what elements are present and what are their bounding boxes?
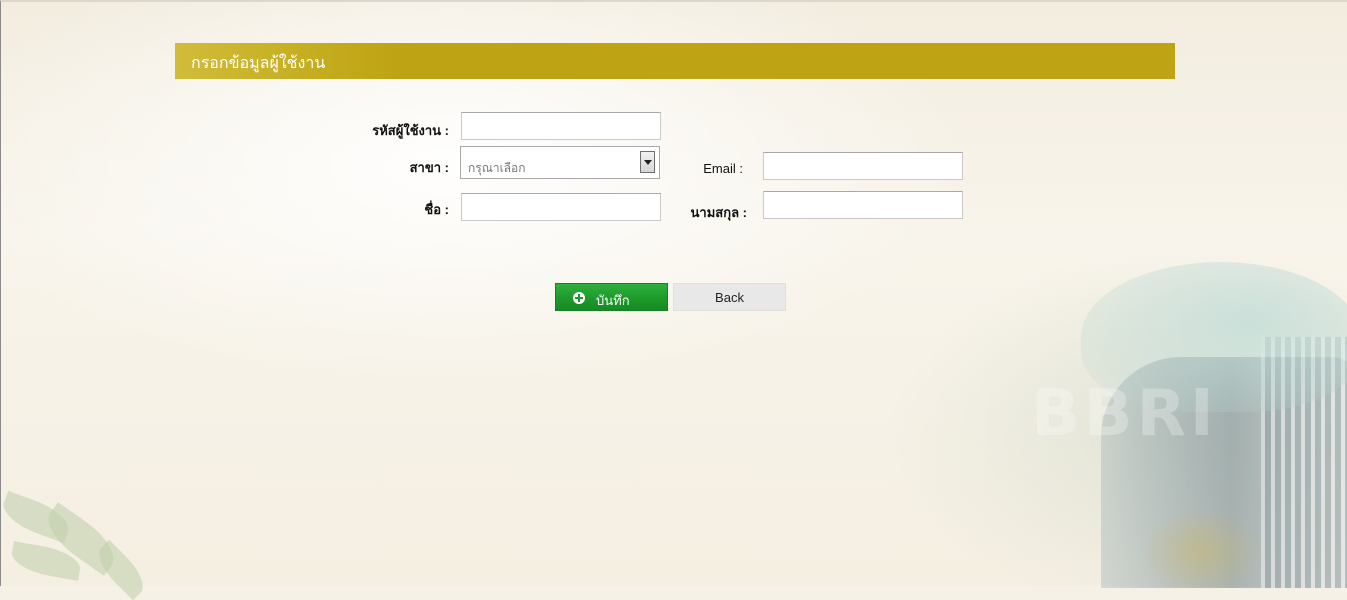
logo-watermark: BBRI [1031, 377, 1218, 451]
email-label: Email : [703, 161, 743, 176]
branch-select[interactable]: กรุณาเลือก [460, 146, 660, 179]
last-name-label: นามสกุล : [690, 205, 747, 220]
save-button[interactable]: บันทึก [555, 283, 668, 311]
save-button-label: บันทึก [596, 294, 630, 309]
user-id-input[interactable] [461, 112, 661, 140]
form-title: กรอกข้อมูลผู้ใช้งาน [191, 53, 326, 72]
user-id-label: รหัสผู้ใช้งาน : [372, 123, 449, 138]
first-name-input[interactable] [461, 193, 661, 221]
email-input[interactable] [763, 152, 963, 180]
chevron-down-icon[interactable] [640, 151, 655, 173]
form-header-bar: กรอกข้อมูลผู้ใช้งาน [175, 43, 1175, 79]
page-background: BBRI กรอกข้อมูลผู้ใช้งาน รหัสผู้ใช้งาน :… [0, 0, 1347, 600]
plus-circle-icon [573, 292, 585, 304]
branch-select-value: กรุณาเลือก [468, 161, 526, 175]
last-name-input[interactable] [763, 191, 963, 219]
back-button[interactable]: Back [673, 283, 786, 311]
first-name-label: ชื่อ : [424, 202, 449, 217]
branch-label: สาขา : [409, 160, 449, 175]
